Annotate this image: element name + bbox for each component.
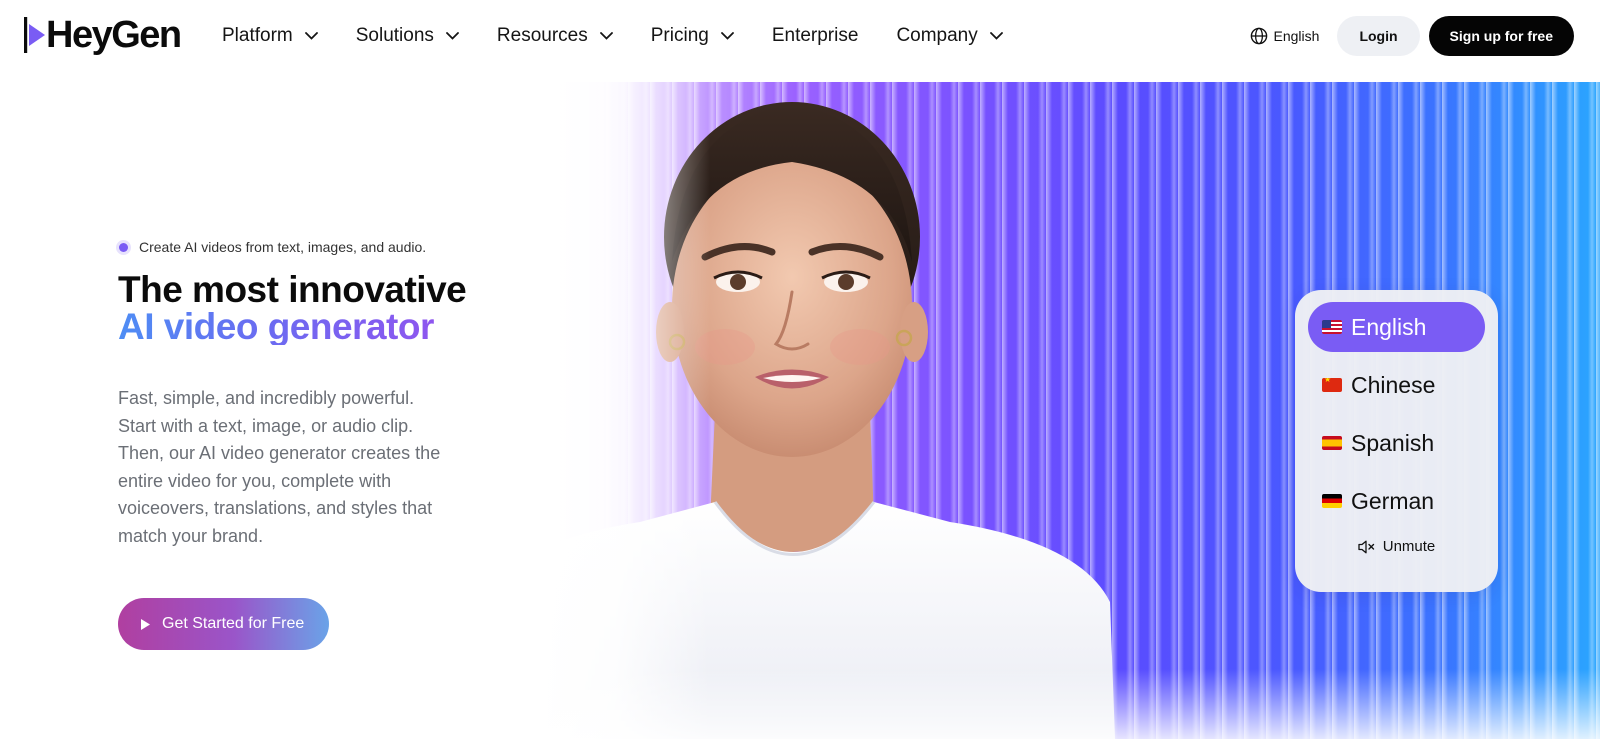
main-menu: Platform Solutions Resources Pricing Ent… — [222, 0, 1041, 72]
top-navigation: HeyGen Platform Solutions Resources Pric… — [0, 0, 1600, 72]
logo-wordmark: HeyGen — [46, 13, 182, 56]
cn-flag-icon — [1322, 378, 1342, 392]
hero-title-line1: The most innovative — [118, 269, 467, 310]
tagline-text: Create AI videos from text, images, and … — [139, 239, 427, 255]
login-button[interactable]: Login — [1337, 16, 1420, 56]
nav-resources[interactable]: Resources — [497, 25, 613, 47]
hero-description: Fast, simple, and incredibly powerful. S… — [118, 388, 441, 546]
nav-actions: English Login Sign up for free — [1250, 16, 1574, 56]
nav-pricing-label: Pricing — [650, 25, 709, 46]
nav-company[interactable]: Company — [896, 25, 1003, 47]
us-flag-icon — [1322, 320, 1342, 334]
nav-solutions[interactable]: Solutions — [356, 25, 459, 47]
video-language-panel: English Chinese Spanish German Unmute — [1295, 290, 1498, 592]
nav-resources-label: Resources — [496, 25, 588, 46]
language-label: English — [1273, 28, 1320, 44]
language-option-german[interactable]: German — [1308, 476, 1485, 526]
tagline-dot-icon — [119, 242, 128, 252]
left-fade-overlay — [540, 82, 710, 739]
chevron-down-icon — [446, 32, 459, 40]
nav-enterprise[interactable]: Enterprise — [772, 25, 859, 47]
language-option-english[interactable]: English — [1308, 302, 1485, 352]
language-option-chinese[interactable]: Chinese — [1308, 360, 1485, 410]
es-flag-icon — [1322, 436, 1342, 450]
language-selector[interactable]: English — [1250, 27, 1320, 45]
language-option-label: German — [1351, 487, 1435, 514]
language-option-spanish[interactable]: Spanish — [1308, 418, 1485, 468]
hero-tagline: Create AI videos from text, images, and … — [119, 239, 426, 255]
signup-button[interactable]: Sign up for free — [1428, 16, 1574, 56]
get-started-label: Get Started for Free — [162, 615, 305, 632]
unmute-button[interactable]: Unmute — [1308, 538, 1485, 555]
get-started-button[interactable]: Get Started for Free — [118, 598, 329, 650]
globe-icon — [1250, 27, 1268, 45]
unmute-label: Unmute — [1382, 538, 1436, 555]
logo-play-icon — [24, 15, 46, 55]
nav-pricing[interactable]: Pricing — [651, 25, 734, 47]
nav-enterprise-label: Enterprise — [771, 25, 859, 46]
nav-company-label: Company — [896, 25, 978, 46]
nav-platform[interactable]: Platform — [222, 25, 318, 47]
chevron-down-icon — [989, 32, 1003, 40]
language-option-label: Spanish — [1351, 429, 1435, 456]
heygen-logo[interactable]: HeyGen — [24, 13, 182, 56]
language-option-label: English — [1351, 313, 1427, 340]
chevron-down-icon — [599, 32, 613, 40]
muted-speaker-icon — [1358, 540, 1375, 554]
play-icon — [140, 618, 151, 631]
nav-platform-label: Platform — [222, 25, 293, 46]
chevron-down-icon — [304, 32, 318, 40]
hero-title-line2: AI video generator — [118, 306, 434, 347]
nav-solutions-label: Solutions — [355, 25, 434, 46]
de-flag-icon — [1322, 494, 1342, 508]
chevron-down-icon — [720, 32, 734, 40]
bottom-fade-overlay — [540, 669, 1600, 739]
language-option-label: Chinese — [1351, 371, 1436, 398]
